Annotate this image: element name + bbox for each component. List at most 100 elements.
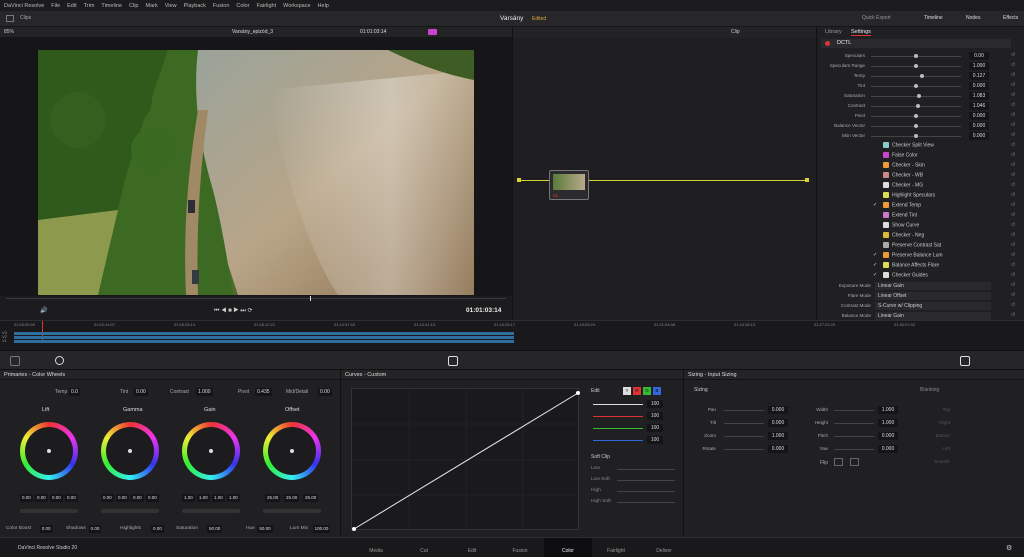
menu-item-view[interactable]: View	[165, 3, 177, 9]
menu-item-timeline[interactable]: Timeline	[101, 3, 122, 9]
wheel-param-value[interactable]: 0.00	[318, 388, 332, 396]
checkbox[interactable]: ✓	[873, 272, 877, 278]
bottom-param-value[interactable]: 0.00	[151, 525, 164, 533]
channel-button-b[interactable]: B	[653, 387, 661, 395]
sizing-value[interactable]: 0.000	[768, 419, 788, 427]
output-port[interactable]	[805, 178, 809, 182]
page-tab-edit[interactable]: Edit	[448, 538, 496, 557]
page-tab-fairlight[interactable]: Fairlight	[592, 538, 640, 557]
reset-icon[interactable]: ↺	[1011, 212, 1015, 218]
check-option[interactable]: Checker Guides	[883, 272, 928, 278]
check-option[interactable]: Highlight Speculars	[883, 192, 935, 198]
zoom-select[interactable]: 85%	[4, 29, 14, 35]
sizing-value[interactable]: 0.000	[878, 432, 898, 440]
softclip-slider[interactable]	[617, 480, 675, 481]
sizing-slider[interactable]	[834, 410, 874, 411]
softclip-slider[interactable]	[617, 469, 675, 470]
channel-button-y[interactable]: Y	[623, 387, 631, 395]
mode-select[interactable]: Linear Gain	[875, 312, 991, 320]
reset-icon[interactable]: ↺	[1011, 112, 1015, 118]
check-option[interactable]: False Color	[883, 152, 918, 158]
checkbox[interactable]: ✓	[873, 262, 877, 268]
menu-item-fusion[interactable]: Fusion	[213, 3, 230, 9]
intensity-slider[interactable]	[593, 428, 643, 429]
wheel-value[interactable]: 0.00	[50, 494, 63, 502]
track-v1[interactable]	[14, 340, 514, 343]
reset-icon[interactable]: ↺	[1011, 232, 1015, 238]
flip-v-icon[interactable]	[850, 458, 859, 466]
menu-item-mark[interactable]: Mark	[146, 3, 158, 9]
wheel-lift[interactable]	[20, 422, 78, 480]
wheel-puck[interactable]	[290, 449, 294, 453]
sizing-slider[interactable]	[834, 423, 874, 424]
primaries-icon[interactable]	[55, 356, 64, 365]
menu-item-trim[interactable]: Trim	[84, 3, 95, 9]
wheel-param-value[interactable]: 0.00	[134, 388, 148, 396]
wheel-value[interactable]: 1.00	[182, 494, 195, 502]
wheel-gain[interactable]	[182, 422, 240, 480]
wheel-value[interactable]: 25.00	[265, 494, 281, 502]
param-slider[interactable]	[871, 76, 961, 77]
reset-icon[interactable]: ↺	[1011, 222, 1015, 228]
param-value[interactable]: 0.000	[969, 132, 989, 140]
intensity-value[interactable]: 100	[647, 424, 663, 432]
reset-icon[interactable]: ↺	[1011, 272, 1015, 278]
reset-icon[interactable]: ↺	[1011, 182, 1015, 188]
quick-export-button[interactable]: Quick Export	[862, 15, 891, 21]
sizing-value[interactable]: 0.000	[878, 445, 898, 453]
wheel-puck[interactable]	[128, 449, 132, 453]
wheel-offset[interactable]	[263, 422, 321, 480]
intensity-slider[interactable]	[593, 416, 643, 417]
param-knob[interactable]	[914, 124, 918, 128]
sizing-slider[interactable]	[724, 436, 764, 437]
param-knob[interactable]	[915, 104, 920, 108]
wheel-param-value[interactable]: 0.435	[255, 388, 272, 396]
menu-item-file[interactable]: File	[51, 3, 60, 9]
channel-button-r[interactable]: R	[633, 387, 641, 395]
wheel-master-slider[interactable]	[101, 509, 159, 513]
wheel-gamma[interactable]	[101, 422, 159, 480]
bottom-param-value[interactable]: 50.00	[207, 525, 223, 533]
softclip-slider[interactable]	[617, 502, 675, 503]
input-port[interactable]	[517, 178, 521, 182]
scrubber-track[interactable]	[6, 298, 506, 299]
wheel-value[interactable]: 0.00	[20, 494, 33, 502]
param-knob[interactable]	[914, 134, 918, 138]
nodes-toggle[interactable]: Nodes	[966, 15, 980, 21]
reset-icon[interactable]: ↺	[1011, 62, 1015, 68]
reset-icon[interactable]: ↺	[1011, 92, 1015, 98]
fx-enable-icon[interactable]	[825, 41, 830, 46]
intensity-slider[interactable]	[593, 404, 643, 405]
audio-icon[interactable]: 🔊	[40, 307, 47, 314]
track-v2[interactable]	[14, 336, 514, 339]
wheel-value[interactable]: 0.00	[101, 494, 114, 502]
menu-item-workspace[interactable]: Workspace	[283, 3, 310, 9]
check-option[interactable]: Balance Affects Flare	[883, 262, 939, 268]
param-knob[interactable]	[914, 54, 918, 58]
reset-icon[interactable]: ↺	[1011, 262, 1015, 268]
mini-timeline[interactable]: 01:00:00:00 01:02:44:07 01:05:28:14 01:08:1…	[0, 320, 1024, 350]
reset-icon[interactable]: ↺	[1011, 152, 1015, 158]
playhead[interactable]	[310, 296, 311, 301]
softclip-slider[interactable]	[617, 491, 675, 492]
menu-item-color[interactable]: Color	[236, 3, 249, 9]
reset-icon[interactable]: ↺	[1011, 142, 1015, 148]
reset-icon[interactable]: ↺	[1011, 302, 1015, 308]
reset-icon[interactable]: ↺	[1011, 282, 1015, 288]
param-knob[interactable]	[914, 114, 918, 118]
reset-icon[interactable]: ↺	[1011, 72, 1015, 78]
reset-icon[interactable]: ↺	[1011, 122, 1015, 128]
param-knob[interactable]	[916, 94, 921, 98]
intensity-value[interactable]: 100	[647, 436, 663, 444]
sizing-slider[interactable]	[724, 449, 764, 450]
menu-item-edit[interactable]: Edit	[67, 3, 76, 9]
param-value[interactable]: 0.000	[969, 82, 989, 90]
wheel-value[interactable]: 25.00	[303, 494, 319, 502]
track-v3[interactable]	[14, 332, 514, 335]
wheel-param-value[interactable]: 1.000	[196, 388, 213, 396]
param-value[interactable]: 1.083	[969, 92, 989, 100]
wheel-param-value[interactable]: 0.0	[69, 388, 80, 396]
wheel-value[interactable]: 25.00	[284, 494, 300, 502]
menu-item-clip[interactable]: Clip	[129, 3, 138, 9]
color-picker-icon[interactable]	[428, 29, 437, 35]
